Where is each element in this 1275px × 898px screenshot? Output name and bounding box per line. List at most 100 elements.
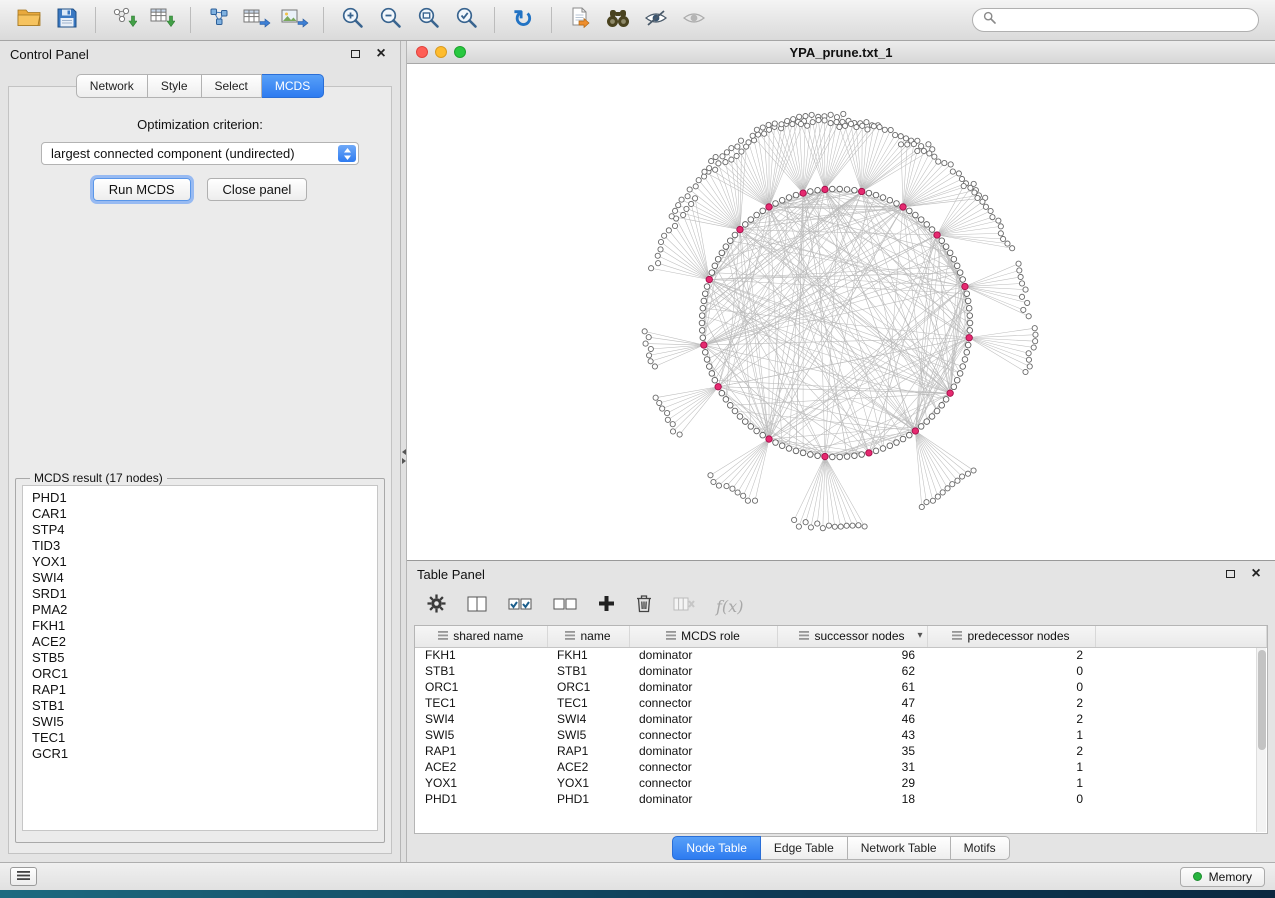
column-header-MCDS-role[interactable]: MCDS role — [629, 626, 777, 647]
zoom-out-button[interactable] — [371, 4, 409, 36]
zoom-out-icon — [379, 6, 402, 34]
mcds-result-item[interactable]: CAR1 — [32, 506, 368, 522]
cell-shared-name: SWI4 — [415, 711, 547, 727]
table-tab-node-table[interactable]: Node Table — [672, 836, 761, 860]
zoom-selected-button[interactable] — [447, 4, 485, 36]
splitter-handle-icon[interactable] — [401, 445, 406, 467]
apply-layout-button[interactable]: ↻ — [504, 4, 542, 36]
column-header-successor-nodes[interactable]: successor nodes▾ — [777, 626, 927, 647]
new-network-button[interactable] — [200, 4, 238, 36]
mcds-result-item[interactable]: SRD1 — [32, 586, 368, 602]
export-table-button[interactable] — [238, 4, 276, 36]
network-window-titlebar: YPA_prune.txt_1 — [407, 41, 1275, 64]
tab-select[interactable]: Select — [202, 74, 262, 98]
table-row[interactable]: TEC1TEC1connector472 — [415, 695, 1267, 711]
search-network-button[interactable] — [599, 4, 637, 36]
hide-selected-button[interactable] — [637, 4, 675, 36]
table-tab-edge-table[interactable]: Edge Table — [761, 836, 848, 860]
search-box[interactable] — [972, 8, 1259, 32]
close-table-panel-button[interactable]: × — [1247, 565, 1265, 583]
mcds-result-item[interactable]: ORC1 — [32, 666, 368, 682]
tab-style[interactable]: Style — [148, 74, 202, 98]
table-row[interactable]: ORC1ORC1dominator610 — [415, 679, 1267, 695]
table-settings-button[interactable] — [427, 594, 446, 618]
mcds-result-item[interactable]: TEC1 — [32, 730, 368, 746]
table-row[interactable]: ACE2ACE2connector311 — [415, 759, 1267, 775]
close-window-icon[interactable] — [416, 46, 428, 58]
table-tab-network-table[interactable]: Network Table — [848, 836, 951, 860]
open-session-button[interactable] — [10, 4, 48, 36]
close-panel-button-mcds[interactable]: Close panel — [207, 178, 308, 201]
show-all-button[interactable] — [675, 4, 713, 36]
zoom-fit-icon — [417, 6, 440, 34]
zoom-fit-button[interactable] — [409, 4, 447, 36]
column-header-shared-name[interactable]: shared name — [415, 626, 547, 647]
table-scrollbar[interactable] — [1256, 648, 1266, 832]
mcds-result-box: MCDS result (17 nodes) PHD1CAR1STP4TID3Y… — [15, 471, 385, 843]
mcds-result-item[interactable]: ACE2 — [32, 634, 368, 650]
tab-mcds[interactable]: MCDS — [262, 74, 324, 98]
mcds-result-list[interactable]: PHD1CAR1STP4TID3YOX1SWI4SRD1PMA2FKH1ACE2… — [22, 485, 378, 831]
run-mcds-button[interactable]: Run MCDS — [93, 178, 191, 201]
mcds-result-item[interactable]: GCR1 — [32, 746, 368, 762]
float-table-panel-button[interactable] — [1221, 565, 1239, 583]
minimize-window-icon[interactable] — [435, 46, 447, 58]
scrollbar-thumb[interactable] — [1258, 650, 1266, 750]
table-row[interactable]: SWI5SWI5connector431 — [415, 727, 1267, 743]
column-header-predecessor-nodes[interactable]: predecessor nodes — [927, 626, 1095, 647]
column-grid-icon — [799, 629, 809, 643]
optimization-criterion-select[interactable]: largest connected component (undirected) — [41, 142, 359, 165]
plus-icon — [598, 595, 615, 617]
cell-filler — [1095, 759, 1267, 775]
mcds-result-item[interactable]: SWI4 — [32, 570, 368, 586]
zoom-in-button[interactable] — [333, 4, 371, 36]
deselect-all-button[interactable] — [553, 596, 577, 617]
table-row[interactable]: YOX1YOX1connector291 — [415, 775, 1267, 791]
tab-network[interactable]: Network — [76, 74, 148, 98]
import-table-button[interactable] — [143, 4, 181, 36]
cell-predecessor-nodes: 1 — [927, 775, 1095, 791]
network-canvas[interactable] — [407, 64, 1275, 560]
network-window-title: YPA_prune.txt_1 — [407, 45, 1275, 60]
cell-predecessor-nodes: 2 — [927, 743, 1095, 759]
network-graph[interactable] — [407, 64, 1275, 559]
mcds-result-item[interactable]: PHD1 — [32, 490, 368, 506]
split-panel-button[interactable] — [467, 596, 487, 617]
panel-splitter[interactable] — [400, 41, 407, 862]
cell-name: ORC1 — [547, 679, 629, 695]
table-tab-motifs[interactable]: Motifs — [951, 836, 1010, 860]
mcds-result-item[interactable]: YOX1 — [32, 554, 368, 570]
export-image-button[interactable] — [276, 4, 314, 36]
mcds-result-item[interactable]: STB1 — [32, 698, 368, 714]
selected-option-label: largest connected component (undirected) — [51, 146, 358, 161]
delete-column-button[interactable] — [636, 594, 652, 618]
table-row[interactable]: SWI4SWI4dominator462 — [415, 711, 1267, 727]
save-session-button[interactable] — [48, 4, 86, 36]
table-row[interactable]: PHD1PHD1dominator180 — [415, 791, 1267, 807]
sort-dropdown-icon[interactable]: ▾ — [917, 630, 922, 641]
control-panel-header: Control Panel × — [0, 41, 400, 67]
cell-name: SWI5 — [547, 727, 629, 743]
clone-network-button[interactable] — [561, 4, 599, 36]
panel-menu-button[interactable] — [10, 867, 37, 886]
import-network-button[interactable] — [105, 4, 143, 36]
mcds-result-item[interactable]: TID3 — [32, 538, 368, 554]
select-all-button[interactable] — [508, 596, 532, 617]
maximize-window-icon[interactable] — [454, 46, 466, 58]
search-input[interactable] — [1002, 13, 1248, 27]
mcds-result-item[interactable]: STB5 — [32, 650, 368, 666]
mcds-result-item[interactable]: RAP1 — [32, 682, 368, 698]
add-column-button[interactable] — [598, 595, 615, 617]
mcds-result-item[interactable]: FKH1 — [32, 618, 368, 634]
mcds-result-item[interactable]: PMA2 — [32, 602, 368, 618]
mcds-result-item[interactable]: STP4 — [32, 522, 368, 538]
table-row[interactable]: STB1STB1dominator620 — [415, 663, 1267, 679]
table-row[interactable]: RAP1RAP1dominator352 — [415, 743, 1267, 759]
cell-name: TEC1 — [547, 695, 629, 711]
table-row[interactable]: FKH1FKH1dominator962 — [415, 647, 1267, 663]
close-panel-button[interactable]: × — [372, 45, 390, 63]
mcds-result-item[interactable]: SWI5 — [32, 714, 368, 730]
memory-button[interactable]: Memory — [1180, 867, 1265, 887]
float-panel-button[interactable] — [346, 45, 364, 63]
column-header-name[interactable]: name — [547, 626, 629, 647]
